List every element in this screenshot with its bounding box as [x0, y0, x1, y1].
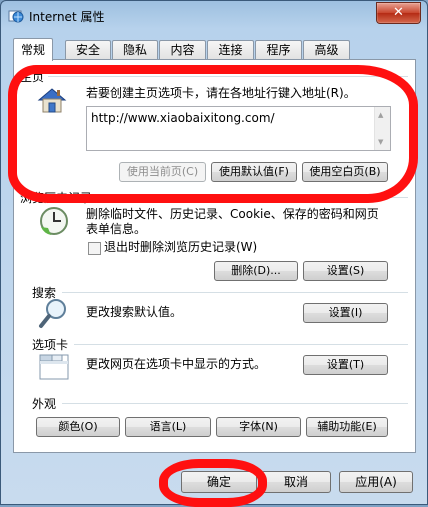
fonts-button[interactable]: 字体(N) [216, 417, 301, 437]
appearance-group-label: 外观 [32, 397, 57, 411]
internet-options-window: Internet 属性 ✕ 常规 安全 隐私 内容 连接 程序 高级 主页 若要… [0, 0, 428, 507]
search-settings-button[interactable]: 设置(I) [303, 303, 388, 323]
tab-bar: 常规 安全 隐私 内容 连接 程序 高级 [13, 38, 413, 61]
tab-content[interactable]: 内容 [159, 40, 206, 59]
ok-button[interactable]: 确定 [181, 471, 257, 493]
delete-history-button[interactable]: 删除(D)... [214, 261, 298, 281]
apply-button[interactable]: 应用(A) [339, 471, 413, 493]
window-title: Internet 属性 [29, 10, 105, 24]
magnifier-icon [39, 299, 66, 328]
tabs-description: 更改网页在选项卡中显示的方式。 [86, 357, 267, 371]
use-default-button[interactable]: 使用默认值(F) [211, 162, 297, 182]
history-divider [108, 197, 408, 198]
history-clock-icon [40, 207, 68, 235]
use-blank-button[interactable]: 使用空白页(B) [302, 162, 388, 182]
languages-button[interactable]: 语言(L) [125, 417, 211, 437]
use-current-button[interactable]: 使用当前页(C) [119, 162, 206, 182]
colors-button[interactable]: 颜色(O) [36, 417, 120, 437]
history-settings-button[interactable]: 设置(S) [303, 261, 388, 281]
tabs-settings-button[interactable]: 设置(T) [303, 355, 388, 375]
cancel-button[interactable]: 取消 [261, 471, 331, 493]
search-divider [62, 292, 408, 293]
accessibility-button[interactable]: 辅助功能(E) [306, 417, 388, 437]
scroll-down-icon[interactable]: ▼ [378, 138, 383, 146]
homepage-url-textarea[interactable]: http://www.xiaobaixitong.com/ ▲ ▼ [86, 106, 391, 151]
tab-general[interactable]: 常规 [13, 38, 53, 61]
tab-security[interactable]: 安全 [65, 40, 111, 59]
delete-on-exit-label: 退出时删除浏览历史记录(W) [104, 240, 258, 254]
textarea-scrollbar[interactable]: ▲ ▼ [374, 107, 390, 150]
tab-connections[interactable]: 连接 [207, 40, 254, 59]
scroll-up-icon[interactable]: ▲ [378, 111, 383, 119]
general-tab-panel: 主页 若要创建主页选项卡，请在各地址行键入地址(R)。 http://www.x… [13, 59, 416, 453]
appearance-divider [62, 403, 408, 404]
close-button[interactable]: ✕ [376, 2, 421, 24]
internet-options-icon [8, 10, 24, 23]
homepage-group-label: 主页 [20, 70, 45, 84]
homepage-divider [48, 76, 408, 77]
tab-privacy[interactable]: 隐私 [112, 40, 158, 59]
tab-programs[interactable]: 程序 [255, 40, 302, 59]
tab-advanced[interactable]: 高级 [303, 40, 350, 59]
tabs-icon [39, 354, 69, 380]
history-description: 删除临时文件、历史记录、Cookie、保存的密码和网页表单信息。 [86, 207, 379, 236]
homepage-description: 若要创建主页选项卡，请在各地址行键入地址(R)。 [86, 86, 356, 100]
tabs-divider [74, 344, 408, 345]
title-bar[interactable]: Internet 属性 ✕ [1, 1, 427, 31]
history-group-label: 浏览历史记录 [20, 191, 93, 205]
home-icon [37, 88, 67, 113]
search-description: 更改搜索默认值。 [86, 305, 183, 319]
homepage-url-value: http://www.xiaobaixitong.com/ [91, 111, 275, 125]
delete-on-exit-checkbox[interactable] [88, 242, 101, 255]
